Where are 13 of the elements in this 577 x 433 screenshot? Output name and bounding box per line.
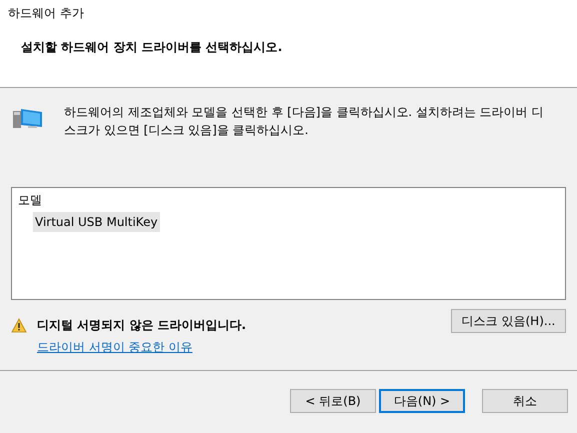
window-title: 하드웨어 추가 (8, 5, 85, 22)
driver-signing-link[interactable]: 드라이버 서명이 중요한 이유 (37, 338, 246, 356)
dialog-button[interactable]: 다음(N) > (379, 389, 465, 413)
list-heading: 모델 (18, 192, 42, 209)
warning-text: 디지털 서명되지 않은 드라이버입니다. (37, 317, 246, 334)
dialog-button[interactable]: 취소 (482, 389, 568, 413)
instruction-text: 하드웨어의 제조업체와 모델을 선택한 후 [다음]을 클릭하십시오. 설치하려는 드라이버 디스크가 있으면 [디스크 있음]을 클릭하십시오. (64, 104, 545, 139)
model-item[interactable]: Virtual USB MultiKey (33, 212, 160, 232)
have-disk-button[interactable]: 디스크 있음(H)... (451, 309, 566, 333)
dialog-heading: 설치할 하드웨어 장치 드라이버를 선택하십시오. (21, 39, 284, 56)
warning-icon (11, 318, 27, 333)
dialog-button[interactable]: < 뒤로(B) (290, 389, 376, 413)
computer-icon (12, 107, 44, 131)
